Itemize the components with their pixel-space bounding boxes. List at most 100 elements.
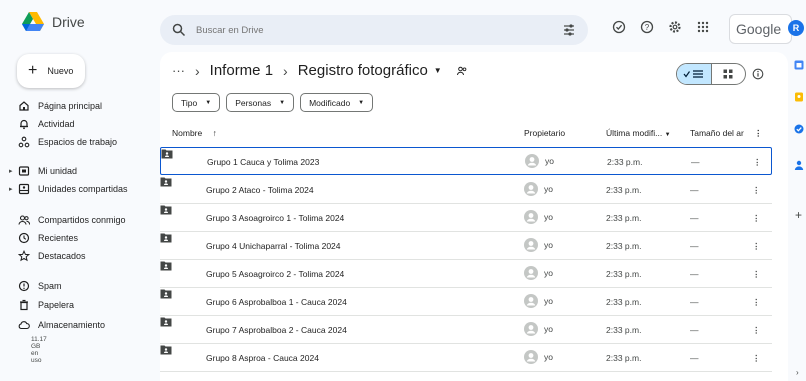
table-row[interactable]: Grupo 3 Asoagroirco 1 - Tolima 2024 yo 2…: [160, 204, 772, 232]
sidebar-item-recent[interactable]: Recientes: [18, 230, 78, 246]
search-bar[interactable]: [160, 15, 588, 45]
list-view-icon: [683, 70, 703, 78]
size-cell: —: [690, 241, 699, 251]
column-modified-header[interactable]: Última modifi... ▼: [606, 128, 671, 138]
settings-gear-icon[interactable]: [668, 20, 682, 34]
grid-view-button[interactable]: [712, 64, 746, 84]
new-button[interactable]: + Nuevo: [17, 54, 85, 88]
file-name: Grupo 2 Ataco - Tolima 2024: [206, 185, 314, 195]
table-row[interactable]: Grupo 1 Cauca y Tolima 2023 yo 2:33 p.m.…: [160, 147, 772, 175]
sidebar-item-spam[interactable]: Spam: [18, 278, 62, 294]
size-cell: —: [690, 325, 699, 335]
sort-arrow-up-icon[interactable]: ↑: [213, 128, 217, 138]
google-label: Google: [736, 21, 782, 37]
sidebar-item-activity[interactable]: Actividad: [18, 116, 75, 132]
sidebar-item-home[interactable]: Página principal: [18, 98, 102, 114]
more-actions-icon[interactable]: ⋮: [752, 213, 761, 224]
contacts-icon[interactable]: [794, 160, 804, 170]
size-cell: —: [690, 213, 699, 223]
search-input[interactable]: [196, 24, 562, 36]
more-actions-icon[interactable]: ⋮: [752, 297, 761, 308]
drive-logo[interactable]: Drive: [22, 12, 85, 32]
owner-avatar-icon: [525, 154, 539, 168]
expand-caret-icon[interactable]: ▸: [9, 167, 13, 175]
sidebar-item-starred[interactable]: Destacados: [18, 248, 86, 264]
sidebar-item-label: Actividad: [38, 119, 75, 129]
sidebar-item-shared-with-me[interactable]: Compartidos conmigo: [18, 212, 126, 228]
sidebar-item-trash[interactable]: Papelera: [18, 297, 74, 313]
view-toggle: [676, 63, 746, 85]
more-actions-icon[interactable]: ⋮: [752, 325, 761, 336]
caret-down-icon: ▼: [664, 132, 671, 138]
more-actions-icon[interactable]: ⋮: [752, 241, 761, 252]
column-owner-header[interactable]: Propietario: [524, 128, 565, 138]
shared-folder-icon: [160, 261, 172, 271]
filter-type-chip[interactable]: Tipo ▼: [172, 93, 221, 112]
tasks-icon[interactable]: [794, 124, 804, 134]
owner-cell: yo: [524, 266, 553, 280]
sidebar-item-label: Compartidos conmigo: [38, 215, 126, 225]
shared-folder-icon: [161, 149, 173, 159]
info-icon[interactable]: [752, 68, 764, 80]
file-name: Grupo 7 Asprobalboa 2 - Cauca 2024: [206, 325, 347, 335]
avatar[interactable]: R: [788, 20, 804, 36]
chevron-right-icon[interactable]: ›: [796, 368, 799, 377]
keep-icon[interactable]: [794, 92, 804, 102]
breadcrumb-overflow-button[interactable]: ···: [172, 63, 185, 78]
column-name-header[interactable]: Nombre ↑: [172, 128, 217, 138]
plus-icon: +: [28, 62, 38, 79]
sidebar-item-label: Spam: [38, 281, 62, 291]
trash-icon: [20, 299, 28, 311]
search-options-icon[interactable]: [562, 23, 576, 37]
filter-chips: Tipo ▼ Personas ▼ Modificado ▼: [172, 93, 374, 112]
expand-caret-icon[interactable]: ▸: [9, 185, 13, 193]
owner-avatar-icon: [524, 266, 538, 280]
more-actions-icon[interactable]: ⋮: [752, 185, 761, 196]
shared-folder-icon: [160, 205, 172, 215]
modified-cell: 2:33 p.m.: [606, 353, 642, 363]
file-name: Grupo 8 Asproa - Cauca 2024: [206, 353, 319, 363]
column-size-header[interactable]: Tamaño del ar: [690, 128, 750, 138]
apps-grid-icon[interactable]: [696, 20, 710, 34]
size-cell: —: [690, 269, 699, 279]
breadcrumb-current[interactable]: Registro fotográfico: [298, 62, 428, 79]
table-row[interactable]: Grupo 6 Asprobalboa 1 - Cauca 2024 yo 2:…: [160, 288, 772, 316]
main-content: ··· › Informe 1 › Registro fotográfico ▼…: [160, 52, 788, 381]
caret-down-icon[interactable]: ▼: [434, 66, 442, 75]
owner-avatar-icon: [524, 238, 538, 252]
breadcrumb-parent-link[interactable]: Informe 1: [210, 62, 273, 79]
help-icon[interactable]: ?: [640, 20, 654, 34]
workspaces-icon: [18, 136, 30, 148]
caret-down-icon: ▼: [279, 99, 286, 106]
google-account-button[interactable]: Google: [729, 14, 792, 44]
table-row[interactable]: Grupo 4 Unichaparral - Tolima 2024 yo 2:…: [160, 232, 772, 260]
owner-cell: yo: [524, 210, 553, 224]
add-addon-icon[interactable]: +: [795, 208, 802, 222]
list-view-button[interactable]: [677, 64, 712, 84]
file-name: Grupo 5 Asoagroirco 2 - Tolima 2024: [206, 269, 345, 279]
chevron-right-icon: ›: [283, 62, 288, 79]
sidebar-item-label: Unidades compartidas: [38, 184, 128, 194]
table-row[interactable]: Grupo 7 Asprobalboa 2 - Cauca 2024 yo 2:…: [160, 316, 772, 344]
sidebar-item-shared-drives[interactable]: ▸ Unidades compartidas: [9, 181, 128, 197]
table-row[interactable]: Grupo 8 Asproa - Cauca 2024 yo 2:33 p.m.…: [160, 344, 772, 372]
sidebar-item-my-drive[interactable]: ▸ Mi unidad: [9, 163, 77, 179]
column-more-icon[interactable]: ⋮: [754, 128, 763, 139]
sidebar-item-storage[interactable]: Almacenamiento: [18, 317, 105, 333]
storage-usage-text: 11.17 GB en uso: [31, 336, 47, 364]
owner-cell: yo: [524, 294, 553, 308]
sidebar-item-workspaces[interactable]: Espacios de trabajo: [18, 134, 117, 150]
filter-people-chip[interactable]: Personas ▼: [226, 93, 295, 112]
modified-cell: 2:33 p.m.: [606, 325, 642, 335]
sidebar-item-label: Página principal: [38, 101, 103, 111]
more-actions-icon[interactable]: ⋮: [752, 353, 761, 364]
table-row[interactable]: Grupo 5 Asoagroirco 2 - Tolima 2024 yo 2…: [160, 260, 772, 288]
people-icon: [18, 215, 30, 225]
offline-ready-icon[interactable]: [612, 20, 626, 34]
more-actions-icon[interactable]: ⋮: [753, 157, 762, 168]
new-button-label: Nuevo: [47, 66, 74, 76]
table-row[interactable]: Grupo 2 Ataco - Tolima 2024 yo 2:33 p.m.…: [160, 176, 772, 204]
calendar-icon[interactable]: [794, 60, 804, 70]
filter-modified-chip[interactable]: Modificado ▼: [300, 93, 374, 112]
more-actions-icon[interactable]: ⋮: [752, 269, 761, 280]
